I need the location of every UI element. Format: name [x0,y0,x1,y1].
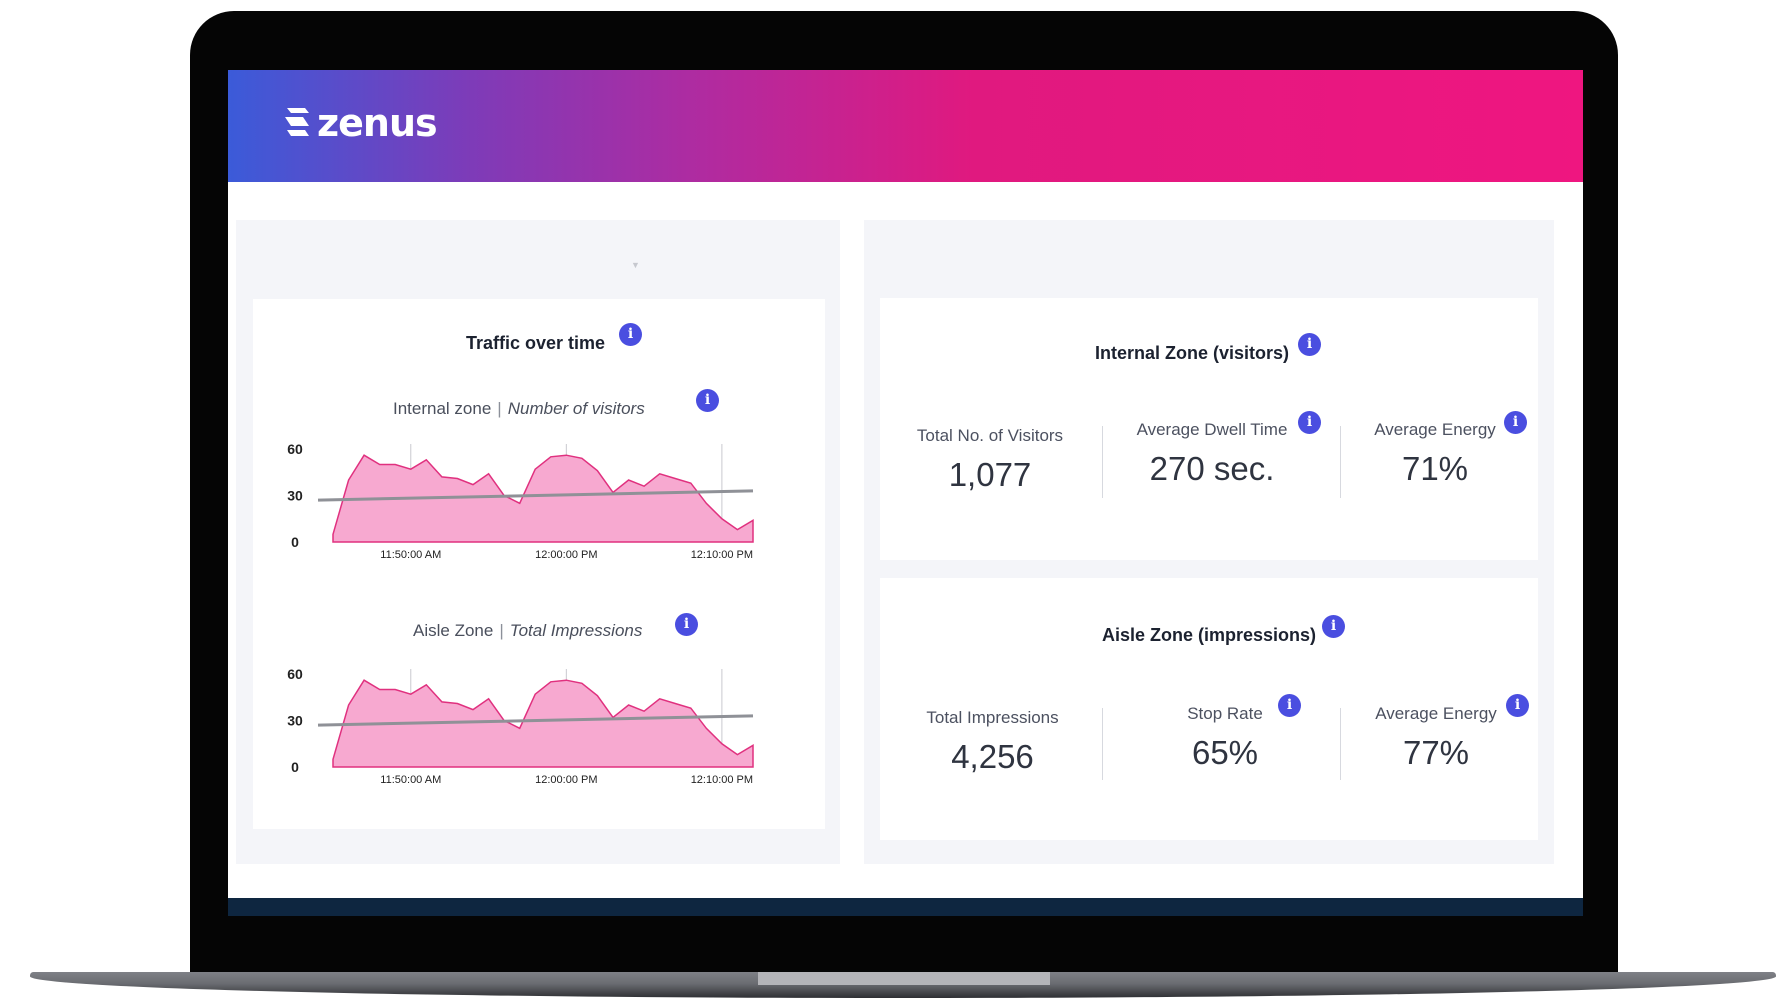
x-tick-label: 11:50:00 AM [380,774,441,786]
x-tick-label: 12:00:00 PM [535,549,597,561]
internal-zone-card: Internal Zone (visitors) i Total No. of … [880,298,1538,560]
metric-label: Average Energy [1374,420,1496,439]
traffic-card-title: Traffic over time [466,333,606,353]
y-tick-label: 60 [287,666,303,682]
x-tick-label: 11:50:00 AM [380,549,441,561]
aisle-card-info-icon[interactable]: i [1322,615,1345,638]
metric-total-impressions: Total Impressions 4,256 [900,708,1085,776]
y-tick-label: 0 [291,759,299,775]
chart-caption-internal: Internal zone | Number of visitors [393,399,645,419]
metric-divider [1102,708,1103,780]
metric-divider [1340,426,1341,498]
chart-zone-label: Internal zone [393,399,492,418]
traffic-card: Traffic over time i Internal zone | Number… [253,299,825,829]
metric-stop-rate: Stop Rate 65% [1160,704,1290,772]
y-tick-label: 60 [287,441,303,457]
metric-value: 1,077 [948,456,1032,493]
internal-chart-info-icon[interactable]: i [696,389,719,412]
metric-total-visitors: Total No. of Visitors 1,077 [900,426,1080,494]
stop-rate-info-icon[interactable]: i [1278,694,1301,717]
chart-metric-label: Total Impressions [509,621,643,640]
chart-caption-aisle: Aisle Zone | Total Impressions [413,621,642,641]
metric-value: 65% [1191,734,1259,771]
y-tick-label: 30 [287,488,303,504]
app-header: zenus [228,70,1583,182]
dwell-time-info-icon[interactable]: i [1298,411,1321,434]
metric-label: Total No. of Visitors [916,426,1064,445]
metric-value: 4,256 [951,738,1034,775]
metric-value: 270 sec. [1149,450,1275,487]
aisle-card-title: Aisle Zone (impressions) [1102,625,1317,645]
caption-separator: | [497,399,502,418]
chart-zone-label: Aisle Zone [413,621,494,640]
internal-card-title: Internal Zone (visitors) [1095,343,1290,363]
internal-card-info-icon[interactable]: i [1298,333,1321,356]
metric-divider [1102,426,1103,498]
metric-value: 77% [1402,734,1470,771]
zenus-logo[interactable]: zenus [283,101,438,145]
metric-value: 71% [1401,450,1469,487]
metric-label: Average Energy [1375,704,1497,723]
aisle-traffic-chart: 0 30 60 11:50:00 AM 12:00:00 PM 12:10:00 PM [287,666,754,786]
zenus-logo-icon [285,108,309,136]
internal-traffic-chart: 0 30 60 11:50:00 AM 12:00:00 PM 12:10:00 PM [287,441,754,561]
energy-info-icon[interactable]: i [1504,411,1527,434]
aisle-zone-card: Aisle Zone (impressions) i Total Impress… [880,578,1538,840]
x-tick-label: 12:10:00 PM [691,774,753,786]
y-tick-label: 0 [291,534,299,550]
brand-name: zenus [317,101,438,145]
laptop-screen: zenus ▼ Traffic over time i Internal zon… [228,70,1583,916]
laptop-notch [758,972,1050,985]
aisle-chart-info-icon[interactable]: i [675,613,698,636]
metric-label: Total Impressions [926,708,1059,727]
metric-label: Stop Rate [1187,704,1263,723]
caption-separator: | [499,621,504,640]
energy-info-icon[interactable]: i [1506,694,1529,717]
x-tick-label: 12:10:00 PM [691,549,753,561]
metric-average-energy: Average Energy 77% [1350,704,1522,772]
metric-label: Average Dwell Time [1136,420,1288,439]
collapse-caret-icon[interactable]: ▼ [631,260,640,270]
metrics-panel: Internal Zone (visitors) i Total No. of … [864,220,1554,864]
app-footer-bar [228,898,1583,916]
traffic-panel: ▼ Traffic over time i Internal zone | Numb… [236,220,840,864]
chart-metric-label: Number of visitors [507,399,645,418]
metric-dwell-time: Average Dwell Time 270 sec. [1112,420,1312,488]
y-tick-label: 30 [287,713,303,729]
traffic-info-icon[interactable]: i [619,323,642,346]
x-tick-label: 12:00:00 PM [535,774,597,786]
metric-divider [1340,708,1341,780]
metric-average-energy: Average Energy 71% [1350,420,1520,488]
